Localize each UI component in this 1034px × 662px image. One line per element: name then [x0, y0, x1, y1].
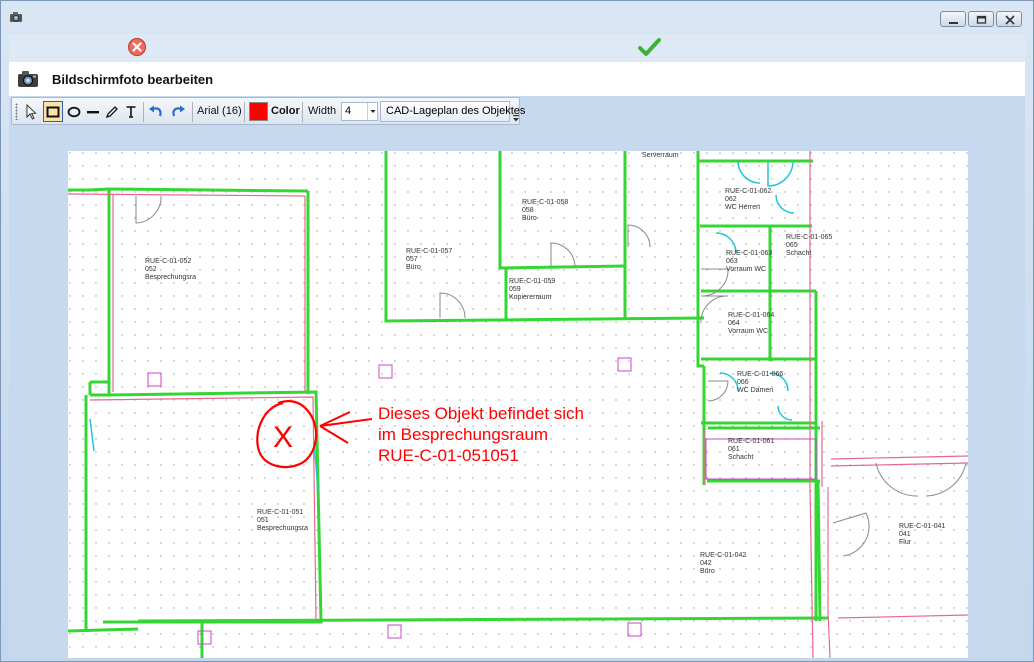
serverraum-label: Serverraum	[642, 152, 679, 159]
page-title: Bildschirmfoto bearbeiten	[52, 72, 214, 87]
maximize-icon	[976, 15, 987, 24]
layer-button[interactable]: CAD-Lageplan des Objektes	[380, 101, 525, 122]
editor-panel: Bildschirmfoto bearbeiten Arial (16) Col…	[9, 62, 1025, 658]
text-icon	[126, 105, 135, 118]
text-tool-button[interactable]	[122, 101, 139, 122]
ellipse-icon	[67, 106, 81, 117]
close-window-button[interactable]	[996, 11, 1022, 27]
ellipse-tool-button[interactable]	[65, 101, 83, 122]
close-icon	[1005, 15, 1015, 25]
pointer-icon	[26, 103, 37, 120]
redo-icon	[172, 105, 185, 116]
font-selector[interactable]: Arial (16)	[197, 105, 242, 117]
toolbar-grip[interactable]	[15, 103, 18, 120]
rectangle-tool-button[interactable]	[43, 101, 63, 122]
rectangle-icon	[46, 106, 60, 117]
toolbar-separator	[143, 102, 144, 122]
redo-button[interactable]	[169, 101, 187, 122]
width-label: Width	[308, 105, 337, 117]
width-dropdown-arrow[interactable]	[367, 103, 377, 120]
floor-plan-canvas[interactable]: RUE-C-01-052 052 Besprechungsra RUE-C-01-0…	[68, 151, 968, 658]
width-select[interactable]: 4	[341, 102, 378, 121]
confirm-button[interactable]	[637, 37, 663, 59]
minimize-button[interactable]	[940, 11, 966, 27]
color-swatch[interactable]	[249, 102, 268, 121]
line-icon	[87, 110, 99, 113]
screenshot-editor-window: Bildschirmfoto bearbeiten Arial (16) Col…	[0, 0, 1034, 662]
pencil-icon	[105, 105, 118, 118]
camera-icon	[10, 12, 22, 22]
color-label[interactable]: Color	[271, 105, 300, 117]
chevron-down-icon	[370, 110, 376, 113]
undo-button[interactable]	[147, 101, 165, 122]
camera-icon	[18, 71, 38, 87]
toolbar-separator	[192, 102, 193, 122]
panel-header: Bildschirmfoto bearbeiten	[9, 62, 1025, 96]
width-value: 4	[345, 105, 352, 117]
drawing-toolbar: Arial (16) Color Width 4 CAD-Lageplan de…	[11, 97, 525, 125]
title-bar	[1, 1, 1033, 33]
cancel-button[interactable]	[127, 37, 147, 57]
maximize-button[interactable]	[968, 11, 994, 27]
pencil-tool-button[interactable]	[103, 101, 121, 122]
minimize-icon	[949, 22, 958, 24]
toolbar-separator	[302, 102, 303, 122]
action-bar	[9, 34, 1025, 62]
undo-icon	[149, 105, 162, 116]
line-tool-button[interactable]	[84, 101, 102, 122]
toolbar-separator	[244, 102, 245, 122]
toolbar-overflow-icon[interactable]	[512, 113, 520, 123]
annotation-mark: X	[273, 421, 293, 454]
select-tool-button[interactable]	[21, 101, 41, 122]
